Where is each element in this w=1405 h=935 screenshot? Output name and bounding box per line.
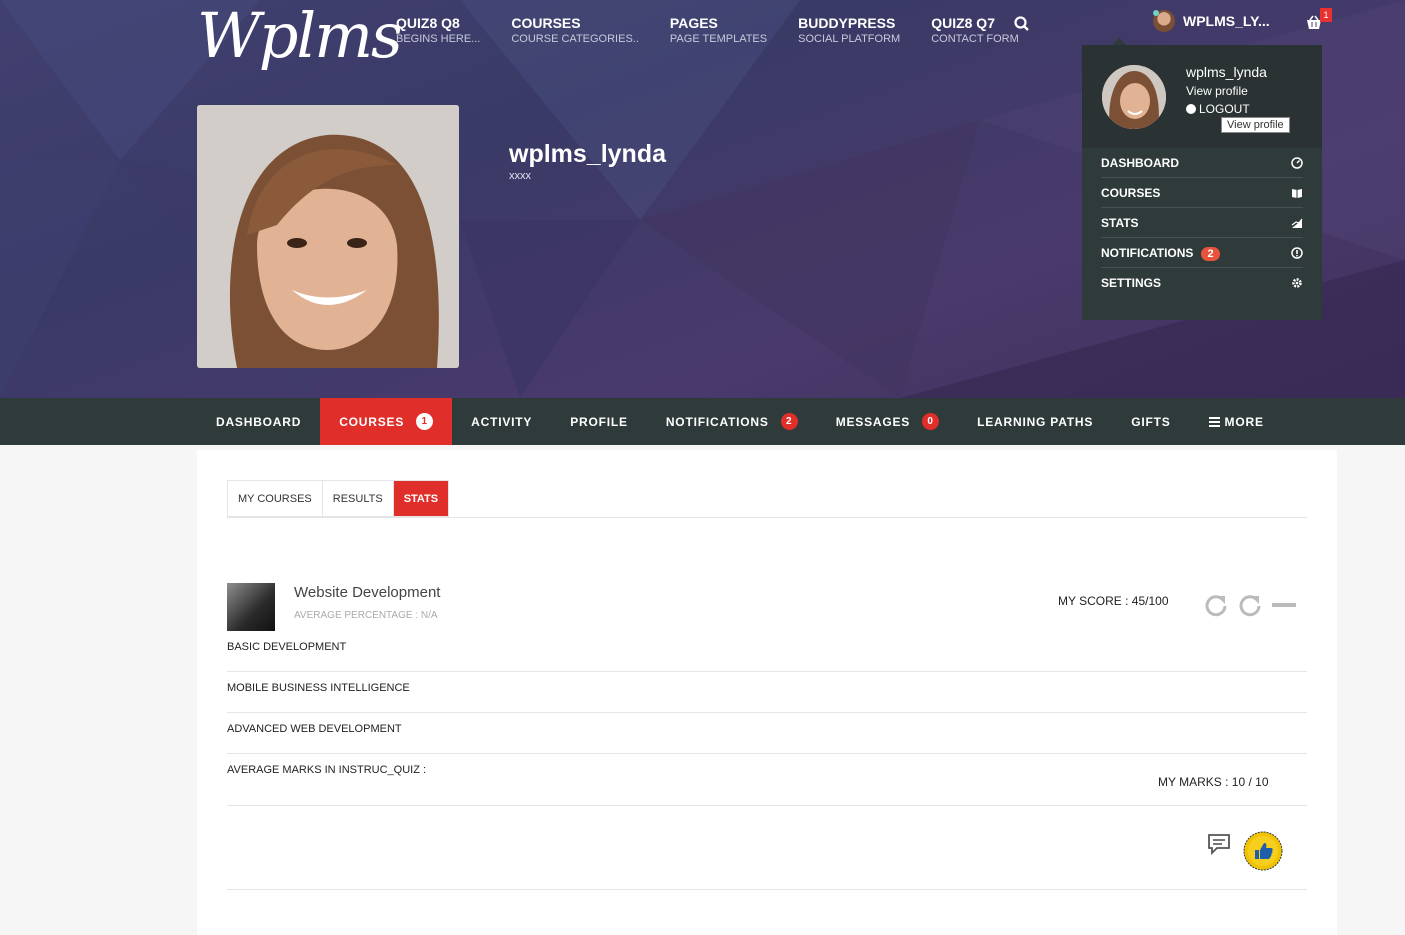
dropdown-item-dashboard[interactable]: DASHBOARD [1101,148,1303,178]
average-percentage: AVERAGE PERCENTAGE : N/A [294,610,438,621]
profile-tab-bar: DASHBOARD COURSES 1 ACTIVITY PROFILE NOTI… [0,398,1405,445]
tab-courses[interactable]: COURSES 1 [320,398,453,445]
tab-notifications[interactable]: NOTIFICATIONS 2 [647,398,817,445]
course-thumbnail[interactable] [227,583,275,631]
profile-subtitle: xxxx [509,170,531,182]
book-icon [1292,188,1302,198]
tab-activity[interactable]: ACTIVITY [452,398,551,445]
dropdown-avatar-photo [1102,65,1166,129]
redo-icon[interactable] [1238,593,1262,617]
view-profile-link[interactable]: View profile [1186,84,1248,98]
subtab-results[interactable]: RESULTS [323,481,394,516]
my-marks: MY MARKS : 10 / 10 [1158,775,1269,789]
tab-dashboard[interactable]: DASHBOARD [197,398,320,445]
main-content: MY COURSES RESULTS STATS Website Develop… [197,450,1337,935]
site-logo[interactable]: Wplms [197,0,403,72]
nav-quiz8-q7[interactable]: QUIZ8 Q7 CONTACT FORM [931,14,1019,46]
subtab-my-courses[interactable]: MY COURSES [228,481,323,516]
nav-pages[interactable]: PAGES PAGE TEMPLATES [670,14,767,46]
my-score: MY SCORE : 45/100 [1058,594,1169,608]
dropdown-item-notifications[interactable]: NOTIFICATIONS 2 [1101,238,1303,268]
stats-icon [1291,218,1303,228]
gear-icon [1292,278,1302,288]
user-dropdown-menu: wplms_lynda View profile LOGOUT DASHBOAR… [1082,38,1322,320]
unit-row: BASIC DEVELOPMENT [227,641,1307,672]
subtab-divider [227,517,1307,518]
messages-count-badge: 0 [922,413,940,430]
courses-count-badge: 1 [416,413,434,430]
search-icon[interactable] [1013,15,1031,33]
dropdown-item-courses[interactable]: COURSES [1101,178,1303,208]
dropdown-avatar[interactable] [1102,65,1166,129]
notifications-count-badge: 2 [780,413,798,430]
unit-row: MOBILE BUSINESS INTELLIGENCE [227,682,1307,713]
hamburger-icon [1208,416,1220,427]
cart-count-badge: 1 [1320,8,1332,22]
refresh-icon[interactable] [1204,593,1228,617]
tab-more[interactable]: MORE [1190,398,1283,445]
dropdown-item-settings[interactable]: SETTINGS [1101,268,1303,298]
tab-messages[interactable]: MESSAGES 0 [817,398,958,445]
profile-avatar [197,105,459,368]
dropdown-username: wplms_lynda [1186,64,1267,80]
thumbs-up-badge-icon[interactable] [1243,831,1283,871]
profile-name: wplms_lynda [509,140,666,168]
section-divider [227,889,1307,890]
alert-icon [1291,246,1303,259]
course-title[interactable]: Website Development [294,584,440,601]
nav-courses[interactable]: COURSES COURSE CATEGORIES.. [511,14,639,46]
tab-learning-paths[interactable]: LEARNING PATHS [958,398,1112,445]
unit-row: ADVANCED WEB DEVELOPMENT [227,723,1307,754]
dropdown-caret [1112,38,1126,45]
dropdown-list: DASHBOARD COURSES STATS NOTIFICATIONS 2 S… [1101,148,1303,298]
top-navigation: QUIZ8 Q8 BEGINS HERE... COURSES COURSE C… [396,14,1050,46]
online-status-dot [1153,10,1159,16]
view-profile-tooltip: View profile [1221,117,1290,133]
profile-photo [197,105,459,368]
quiz-row: AVERAGE MARKS IN INSTRUC_QUIZ : [227,764,1307,806]
collapse-icon[interactable] [1272,593,1296,617]
profile-tabs: DASHBOARD COURSES 1 ACTIVITY PROFILE NOTI… [197,398,1283,445]
user-menu-toggle[interactable]: WPLMS_LY... [1153,10,1270,32]
subtab-stats[interactable]: STATS [393,481,449,516]
course-subtabs: MY COURSES RESULTS STATS [227,480,450,517]
dashboard-icon [1291,156,1303,169]
profile-cover: Wplms QUIZ8 Q8 BEGINS HERE... COURSES CO… [0,0,1405,398]
comment-icon[interactable] [1207,832,1231,856]
tab-profile[interactable]: PROFILE [551,398,647,445]
nav-quiz8-q8[interactable]: QUIZ8 Q8 BEGINS HERE... [396,14,480,46]
logout-icon [1186,104,1196,114]
notification-count-badge: 2 [1201,246,1220,261]
tab-gifts[interactable]: GIFTS [1112,398,1189,445]
dropdown-item-stats[interactable]: STATS [1101,208,1303,238]
nav-buddypress[interactable]: BUDDYPRESS SOCIAL PLATFORM [798,14,900,46]
logout-link[interactable]: LOGOUT [1186,102,1250,116]
